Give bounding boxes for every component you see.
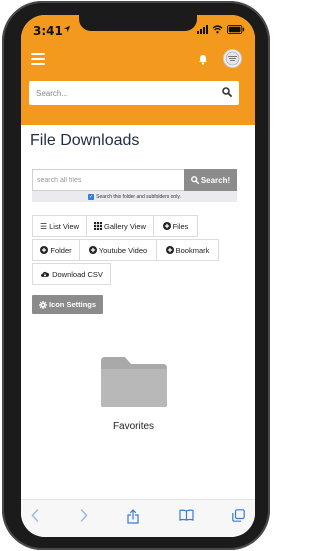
notch — [79, 15, 197, 31]
bell-icon[interactable] — [198, 54, 208, 65]
search-icon[interactable] — [222, 87, 232, 97]
grid-icon — [94, 222, 103, 230]
status-bar: 3:41 — [21, 15, 255, 45]
youtube-video-label: Youtube Video — [98, 245, 148, 255]
wifi-icon — [212, 25, 223, 34]
hamburger-menu-icon[interactable] — [31, 53, 45, 65]
folder-label-favorites[interactable]: Favorites — [21, 421, 246, 432]
file-search-button[interactable]: Search! — [184, 169, 237, 191]
search-icon — [190, 176, 199, 184]
download-csv-button[interactable]: Download CSV — [32, 263, 111, 285]
gear-icon — [38, 300, 47, 309]
file-search-input[interactable] — [32, 169, 184, 191]
list-view-label: List View — [49, 221, 80, 231]
icon-settings-label: Icon Settings — [48, 300, 97, 309]
status-time: 3:41 — [33, 24, 63, 38]
subfolder-option: ✓ Search this folder and subfolders only… — [32, 191, 237, 202]
subfolder-label: Search this folder and subfolders only. — [96, 193, 181, 200]
share-icon[interactable] — [127, 509, 139, 524]
plus-circle-icon — [162, 222, 171, 230]
header-search — [29, 81, 239, 105]
location-arrow-icon — [63, 25, 71, 33]
file-search-button-label: Search! — [200, 175, 231, 185]
plus-circle-icon — [40, 246, 49, 254]
list-view-button[interactable]: ☰ List View — [32, 215, 87, 237]
plus-circle-icon — [165, 246, 174, 254]
file-search: Search! ✓ Search this folder and subfold… — [32, 169, 237, 202]
add-folder-button[interactable]: Folder — [32, 239, 80, 261]
avatar[interactable] — [223, 49, 242, 68]
plus-circle-icon — [88, 246, 97, 254]
phone-frame: 3:41 Search... File Downloads search all… — [2, 1, 270, 550]
bookmark-label: Bookmark — [175, 245, 210, 255]
subfolder-checkbox[interactable]: ✓ — [88, 193, 95, 200]
folder-icon[interactable] — [99, 355, 169, 409]
add-files-button[interactable]: Files — [153, 215, 198, 237]
cloud-download-icon — [41, 271, 50, 277]
forward-icon[interactable] — [80, 509, 88, 522]
files-label: Files — [172, 221, 189, 231]
tabs-icon[interactable] — [232, 509, 245, 522]
download-csv-label: Download CSV — [52, 269, 103, 279]
add-bookmark-button[interactable]: Bookmark — [156, 239, 219, 261]
page-title: File Downloads — [30, 132, 140, 149]
phone-screen: 3:41 Search... File Downloads search all… — [21, 15, 255, 537]
list-icon: ☰ — [39, 221, 48, 231]
status-icons — [197, 25, 245, 34]
icon-settings-button[interactable]: Icon Settings — [32, 295, 103, 314]
folder-label: Folder — [50, 245, 72, 255]
bookmarks-icon[interactable] — [179, 509, 194, 521]
back-icon[interactable] — [31, 509, 39, 522]
signal-icon — [197, 25, 208, 34]
app-header — [21, 45, 255, 125]
add-youtube-video-button[interactable]: Youtube Video — [79, 239, 157, 261]
gallery-view-button[interactable]: Gallery View — [86, 215, 154, 237]
search-input[interactable] — [29, 81, 214, 105]
browser-toolbar — [21, 499, 255, 537]
battery-icon — [227, 25, 245, 34]
gallery-view-label: Gallery View — [104, 221, 146, 231]
